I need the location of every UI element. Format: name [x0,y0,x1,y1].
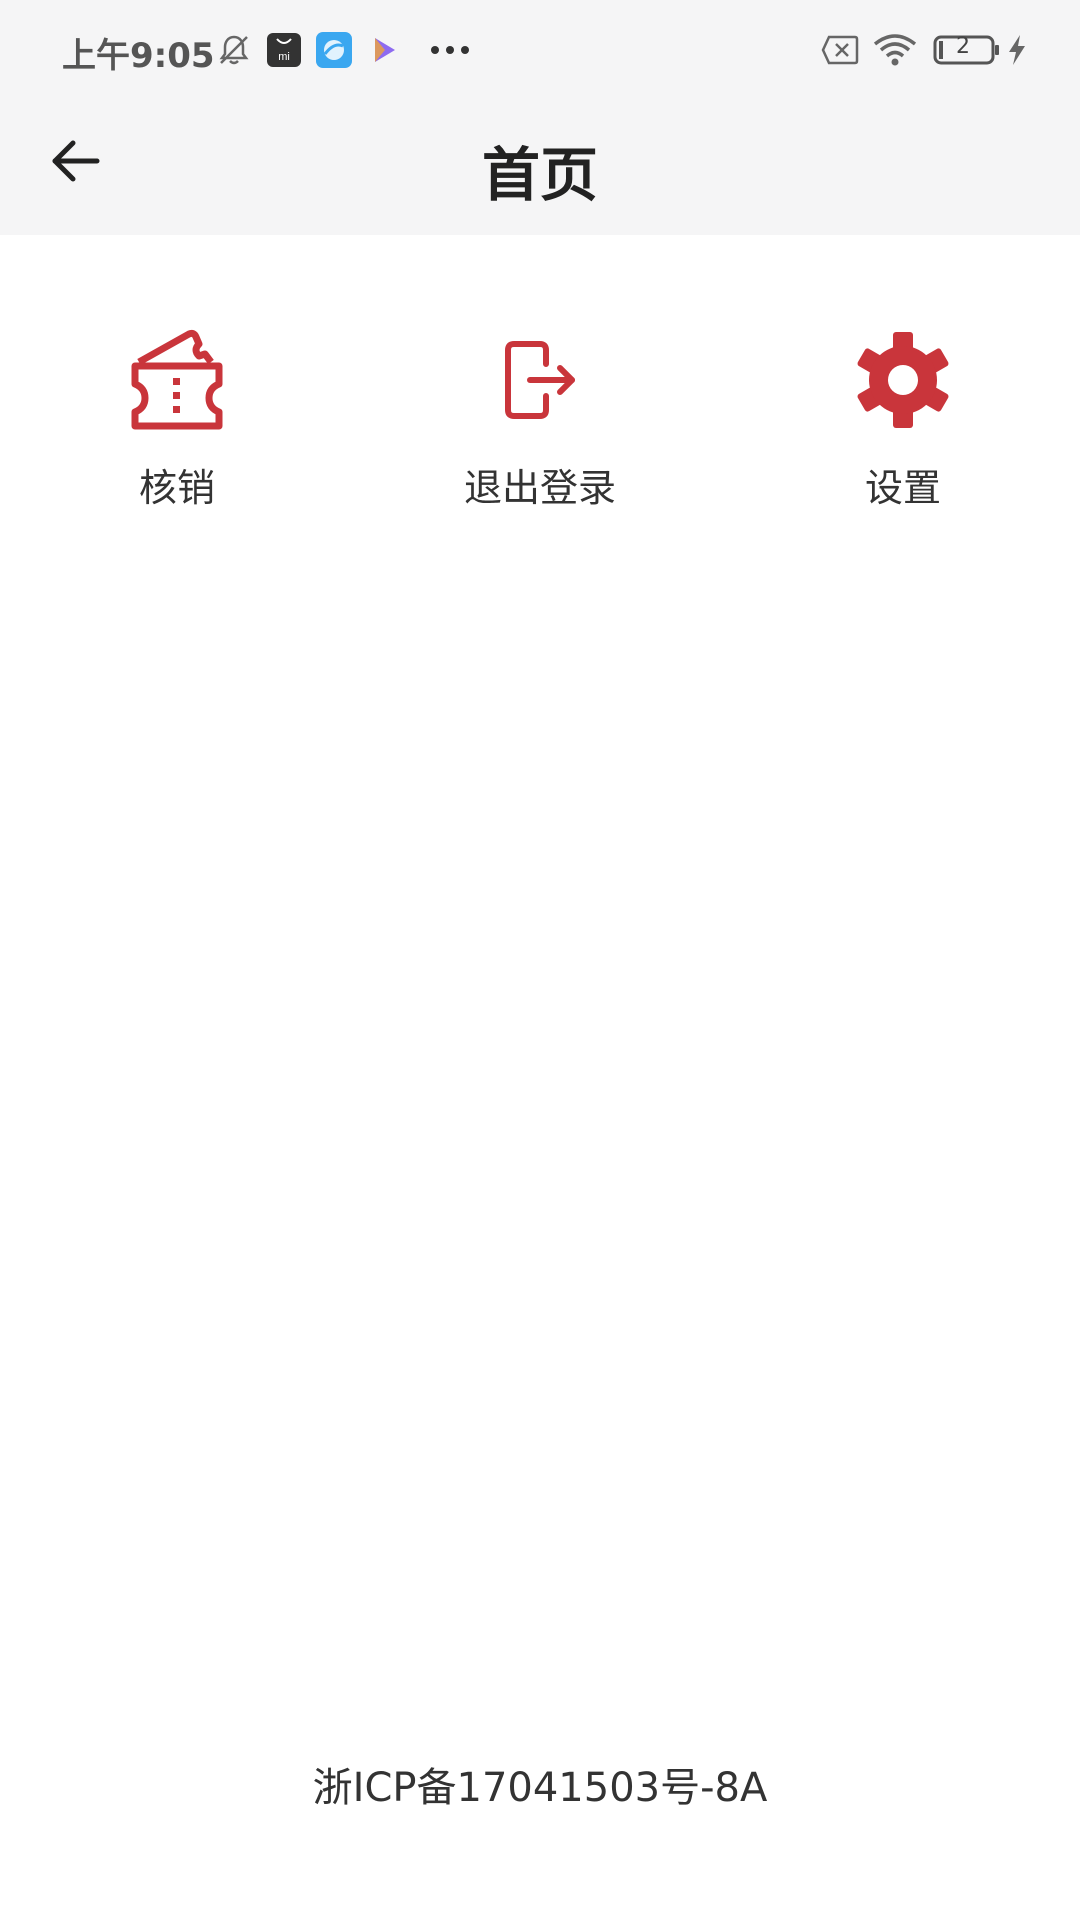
icp-license-text: 浙ICP备17041503号-8A [312,1765,768,1811]
action-verify-label: 核销 [138,466,215,510]
page-title: 首页 [481,141,598,209]
browser-app-icon [316,30,352,70]
sim-x-icon [820,30,860,70]
wifi-icon [872,30,918,70]
status-time: 上午9:05 [62,36,215,76]
top-area: 上午9:05 mi 2 首页 [0,0,1080,235]
battery-icon: 2 [932,30,1002,70]
bell-off-icon [214,30,254,70]
gear-icon [848,325,958,435]
logout-icon [485,325,595,435]
action-grid: 核销 退出登录 设置 [0,325,1080,515]
video-play-icon [370,30,400,70]
ticket-icon [122,325,232,435]
more-dots-icon [428,30,472,70]
action-verify[interactable]: 核销 [47,325,307,515]
action-logout-label: 退出登录 [463,466,616,510]
mi-store-icon: mi [266,30,302,70]
app-bar: 首页 [0,100,1080,235]
svg-text:mi: mi [278,51,290,63]
status-bar: 上午9:05 mi 2 [0,0,1080,100]
battery-level: 2 [956,34,970,59]
action-settings-label: 设置 [864,466,941,510]
action-settings[interactable]: 设置 [773,325,1033,515]
action-logout[interactable]: 退出登录 [410,325,670,515]
home-screen: 上午9:05 mi 2 首页 核销 退出登录 设置 浙ICP备17041503号… [0,0,1080,1920]
charging-bolt-icon [1005,30,1029,70]
